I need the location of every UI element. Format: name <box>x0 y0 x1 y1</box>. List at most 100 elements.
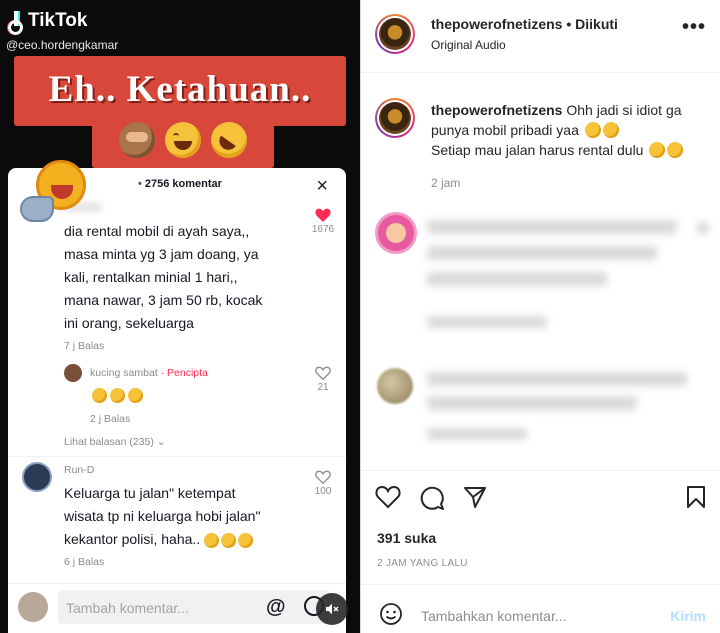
add-comment-input[interactable]: Tambahkan komentar... <box>421 608 567 624</box>
comment-text: Keluarga tu jalan" ketempat wisata tp ni… <box>64 482 260 551</box>
view-replies-link[interactable]: Lihat balasan (235) ⌄ <box>64 436 166 448</box>
grinning-sweat-icon <box>110 388 125 403</box>
comment-line: mana nawar, 3 jam 50 rb, kocak <box>64 292 263 308</box>
mute-button[interactable] <box>316 593 348 625</box>
blurred-comment-meta <box>427 428 527 440</box>
blurred-heart-icon <box>697 222 709 234</box>
comment-line: kekantor polisi, haha.. <box>64 528 260 551</box>
tiktok-username: @ceo.hordengkamar <box>6 38 119 52</box>
tiktok-video-panel: TikTok @ceo.hordengkamar Eh.. Ketahuan..… <box>0 0 360 633</box>
post-author[interactable]: thepowerofnetizens • Diikuti <box>431 16 618 32</box>
speaker-muted-icon <box>326 603 339 615</box>
tiktok-note-icon <box>8 11 24 35</box>
blurred-comment-line <box>427 372 687 386</box>
mention-icon[interactable]: @ <box>266 596 286 619</box>
comment-line: ini orang, sekeluarga <box>64 315 194 331</box>
audio-label[interactable]: Original Audio <box>431 38 506 52</box>
comment-like-button[interactable]: 1676 <box>308 208 338 235</box>
heart-icon[interactable] <box>375 485 401 509</box>
instagram-panel: thepowerofnetizens • Diikuti Original Au… <box>360 0 720 633</box>
bookmark-icon[interactable] <box>686 485 706 509</box>
post-author-name[interactable]: thepowerofnetizens <box>431 16 562 32</box>
heart-filled-icon <box>315 208 331 222</box>
commenter-name[interactable]: Run-D <box>64 464 94 476</box>
blurred-comment-line <box>427 396 637 410</box>
post-timestamp: 2 JAM YANG LALU <box>377 558 468 569</box>
share-icon[interactable] <box>463 485 487 509</box>
avatar[interactable] <box>375 14 415 54</box>
comment-line: masa minta yg 3 jam doang, ya <box>64 246 259 262</box>
see-no-evil-monkey-icon <box>119 122 155 158</box>
avatar-ring <box>377 16 413 52</box>
avatar[interactable] <box>22 462 52 492</box>
creator-badge: · Pencipta <box>160 367 208 379</box>
grinning-sweat-icon <box>92 388 107 403</box>
comment-count: 2756 komentar <box>138 178 222 190</box>
send-button[interactable]: Kirim <box>670 608 706 624</box>
close-icon[interactable]: × <box>316 176 328 196</box>
comment-line-text: kekantor polisi, haha.. <box>64 531 201 547</box>
screenshot-root: TikTok @ceo.hordengkamar Eh.. Ketahuan..… <box>0 0 720 633</box>
avatar[interactable] <box>375 98 415 138</box>
comment-line: kali, rentalkan minial 1 hari,, <box>64 269 238 285</box>
avatar[interactable] <box>377 368 413 404</box>
avatar-ring <box>377 100 413 136</box>
follow-status[interactable]: • Diikuti <box>562 16 618 32</box>
laughing-sticker <box>20 160 92 230</box>
comment-icon[interactable] <box>419 485 445 511</box>
grinning-sweat-icon <box>204 532 220 548</box>
heart-outline-icon <box>315 366 331 380</box>
divider <box>8 456 346 457</box>
emoji-icon[interactable] <box>379 602 403 626</box>
banner-emoji-strip <box>92 112 274 168</box>
caption-author[interactable]: thepowerofnetizens <box>431 102 562 118</box>
comment-line: dia rental mobil di ayah saya,, <box>64 223 250 239</box>
reply-meta[interactable]: 2 j Balas <box>90 413 130 425</box>
comment-input[interactable]: Tambah komentar... @ <box>58 590 330 624</box>
reply-like-button[interactable]: 21 <box>308 366 338 393</box>
avatar[interactable] <box>375 212 417 254</box>
comment-input-bar: Tambah komentar... @ <box>8 583 346 633</box>
reply-author[interactable]: kucing sambat · Pencipta <box>90 367 208 379</box>
tiktok-brand-text: TikTok <box>28 10 88 31</box>
like-count: 1676 <box>311 224 335 235</box>
avatar-image <box>379 18 411 50</box>
comment-meta[interactable]: 6 j Balas <box>64 556 104 568</box>
grinning-sweat-icon <box>238 532 254 548</box>
divider <box>361 584 720 585</box>
chevron-down-icon: ⌄ <box>156 436 166 448</box>
tiktok-logo: TikTok <box>8 10 88 35</box>
inline-emojis <box>204 532 254 548</box>
laughing-face-icon <box>165 122 201 158</box>
comment-text: dia rental mobil di ayah saya,, masa min… <box>64 220 262 335</box>
like-count[interactable]: 391 suka <box>377 530 436 546</box>
comments-sheet: 2756 komentar × dia rental mobil di ayah… <box>8 168 346 633</box>
hand-icon <box>20 196 54 222</box>
comment-input-placeholder: Tambah komentar... <box>66 600 189 616</box>
zany-face-icon <box>649 142 666 158</box>
avatar <box>18 592 48 622</box>
headline-text: Eh.. Ketahuan.. <box>48 69 312 110</box>
comment-like-button[interactable]: 100 <box>308 470 338 497</box>
avatar[interactable] <box>64 364 82 382</box>
laughing-tears-icon <box>584 122 601 138</box>
caption-text: Setiap mau jalan harus rental dulu <box>431 142 644 158</box>
heart-outline-icon <box>315 470 331 484</box>
comment-line: wisata tp ni keluarga hobi jalan" <box>64 508 261 524</box>
post-actions <box>375 485 487 511</box>
comment-meta[interactable]: 7 j Balas <box>64 340 104 352</box>
laughing-tears-icon <box>602 122 619 138</box>
like-count: 21 <box>317 382 329 393</box>
caption-timestamp: 2 jam <box>431 176 461 190</box>
blurred-comment-meta <box>427 316 547 328</box>
rolling-laughing-face-icon <box>203 114 255 166</box>
avatar-image <box>379 102 411 134</box>
post-caption: thepowerofnetizens Ohh jadi si idiot ga … <box>431 100 701 160</box>
grinning-sweat-icon <box>128 388 143 403</box>
reply-author-name: kucing sambat <box>90 367 158 379</box>
reply-emojis <box>92 388 143 403</box>
like-count: 100 <box>314 486 332 497</box>
divider <box>361 470 720 471</box>
blurred-comment-line <box>427 246 657 260</box>
more-options-icon[interactable]: ••• <box>682 17 706 37</box>
